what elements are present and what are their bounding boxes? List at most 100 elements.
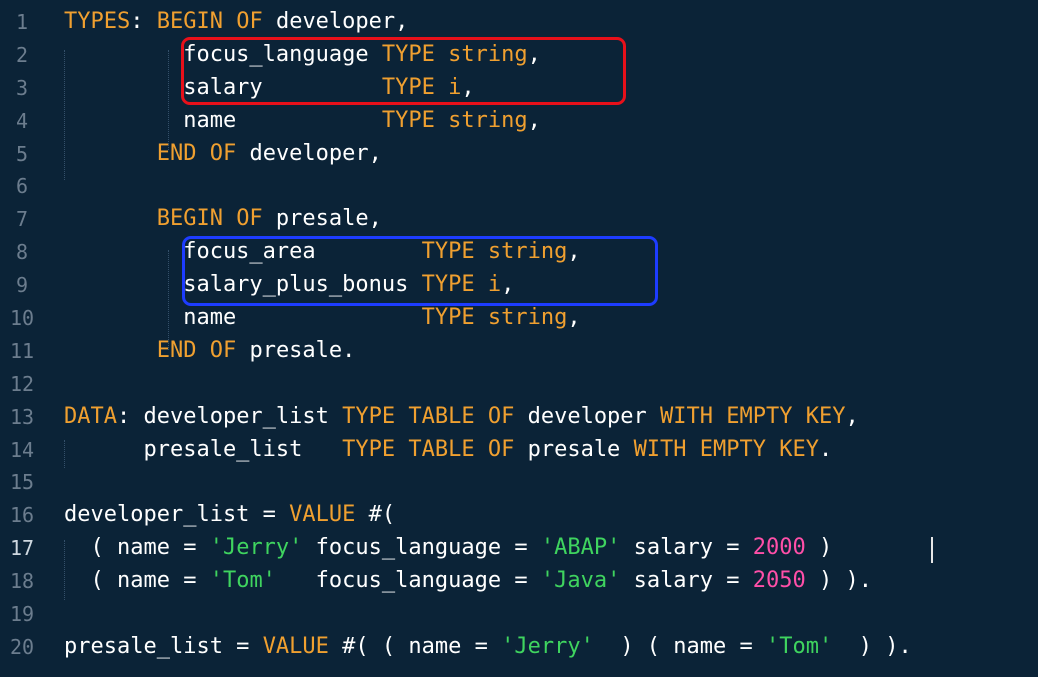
code-token: ,	[567, 305, 581, 331]
code-line[interactable]: BEGIN OF presale,	[64, 203, 1038, 236]
code-token: string	[448, 107, 528, 133]
code-token: TYPE	[421, 305, 475, 331]
code-token: name	[64, 305, 422, 331]
code-token: ( name =	[64, 535, 210, 561]
code-token: VALUE	[289, 502, 356, 528]
code-token: 'Jerry'	[501, 633, 594, 659]
code-token: ) ).	[832, 633, 912, 659]
indent-guide	[64, 440, 65, 468]
code-token: presale,	[262, 206, 382, 232]
indent-guide	[168, 250, 169, 350]
code-token: :	[130, 9, 157, 34]
code-token: presale	[514, 436, 634, 462]
line-number: 13	[9, 404, 35, 429]
code-token: ) ( name =	[593, 633, 767, 659]
code-token: focus_language =	[302, 535, 541, 561]
line-number: 1	[15, 10, 29, 34]
code-token: BEGIN OF	[156, 9, 263, 34]
code-token: ,	[527, 107, 541, 133]
code-line[interactable]: ( name = 'Jerry' focus_language = 'ABAP'…	[64, 532, 1038, 565]
code-editor[interactable]: 1 2 3 4 5 6 7 8 9 10 11 12 13 14 15 16 17 18 19 20 TYPES: B…	[0, 0, 1038, 677]
code-token: WITH EMPTY KEY	[660, 403, 846, 429]
line-number: 18	[9, 569, 35, 594]
code-token: TYPES	[64, 9, 131, 34]
code-token: 2050	[752, 568, 806, 594]
code-token: VALUE	[262, 633, 329, 659]
code-token: ( name =	[64, 568, 210, 594]
code-token: presale_list	[64, 436, 343, 462]
code-token: presale_list =	[64, 633, 263, 659]
code-token: salary =	[620, 535, 753, 561]
line-number: 8	[15, 240, 29, 265]
code-token: TYPE TABLE OF	[342, 403, 515, 429]
line-number: 2	[15, 42, 29, 67]
code-token: 'Tom'	[209, 568, 276, 594]
line-number: 9	[15, 273, 29, 298]
line-number: 3	[15, 75, 29, 100]
indent-guide	[168, 50, 169, 150]
line-number-gutter: 1 2 3 4 5 6 7 8 9 10 11 12 13 14 15 16 17 18 19 20	[0, 6, 44, 664]
code-token: #(	[355, 502, 396, 528]
line-number: 11	[9, 338, 35, 363]
code-token: developer,	[236, 140, 382, 166]
line-number: 15	[9, 470, 35, 495]
code-token: ) ).	[805, 568, 872, 594]
code-token: 'Java'	[540, 568, 621, 594]
code-token: )	[805, 535, 833, 561]
code-token: #( ( name =	[328, 633, 502, 659]
line-number: 12	[9, 371, 35, 396]
indent-guide	[64, 540, 65, 600]
code-token: presale.	[236, 337, 356, 363]
code-token: developer	[514, 403, 661, 429]
code-token: focus_language =	[275, 568, 541, 594]
code-token: developer,	[262, 9, 409, 34]
code-token: TYPE TABLE OF	[342, 436, 515, 462]
highlight-box-blue	[182, 236, 658, 306]
line-number: 10	[9, 306, 35, 331]
code-token: : developer_list	[116, 403, 343, 429]
text-cursor	[931, 537, 933, 563]
code-line[interactable]	[64, 598, 1038, 631]
code-line[interactable]: TYPES: BEGIN OF developer,	[64, 6, 1038, 39]
code-line[interactable]: developer_list = VALUE #(	[64, 499, 1038, 532]
line-number: 20	[9, 634, 35, 659]
code-line[interactable]	[64, 170, 1038, 203]
line-number: 19	[9, 602, 35, 627]
line-number: 17	[9, 536, 35, 561]
indent-guide	[64, 50, 65, 180]
line-number: 4	[15, 108, 29, 133]
code-token: WITH EMPTY KEY	[633, 436, 819, 462]
line-number: 16	[9, 503, 35, 528]
code-token: 'Tom'	[766, 633, 833, 659]
code-line[interactable]: DATA: developer_list TYPE TABLE OF devel…	[64, 401, 1038, 434]
line-number: 5	[15, 141, 29, 166]
code-token: 2000	[752, 535, 806, 561]
code-line[interactable]	[64, 368, 1038, 401]
code-line[interactable]: presale_list = VALUE #( ( name = 'Jerry'…	[64, 631, 1038, 664]
code-token: string	[487, 305, 568, 331]
code-token: .	[819, 436, 833, 462]
code-token: ,	[845, 403, 859, 429]
code-line[interactable]: END OF presale.	[64, 335, 1038, 368]
code-token: BEGIN OF	[156, 206, 263, 232]
code-token: name	[64, 107, 382, 133]
code-line[interactable]: ( name = 'Tom' focus_language = 'Java' s…	[64, 565, 1038, 598]
highlight-box-red	[181, 37, 626, 105]
line-number: 6	[15, 174, 29, 199]
code-token: salary =	[620, 568, 753, 594]
code-line[interactable]: name TYPE string,	[64, 105, 1038, 138]
code-line[interactable]: name TYPE string,	[64, 302, 1038, 335]
code-line[interactable]: presale_list TYPE TABLE OF presale WITH …	[64, 434, 1038, 467]
code-line[interactable]	[64, 466, 1038, 499]
line-number: 14	[9, 437, 35, 462]
code-token: 'ABAP'	[540, 535, 621, 561]
code-token: 'Jerry'	[209, 535, 303, 561]
code-token: developer_list =	[64, 502, 290, 528]
code-line[interactable]: END OF developer,	[64, 138, 1038, 171]
code-token: DATA	[64, 403, 117, 429]
